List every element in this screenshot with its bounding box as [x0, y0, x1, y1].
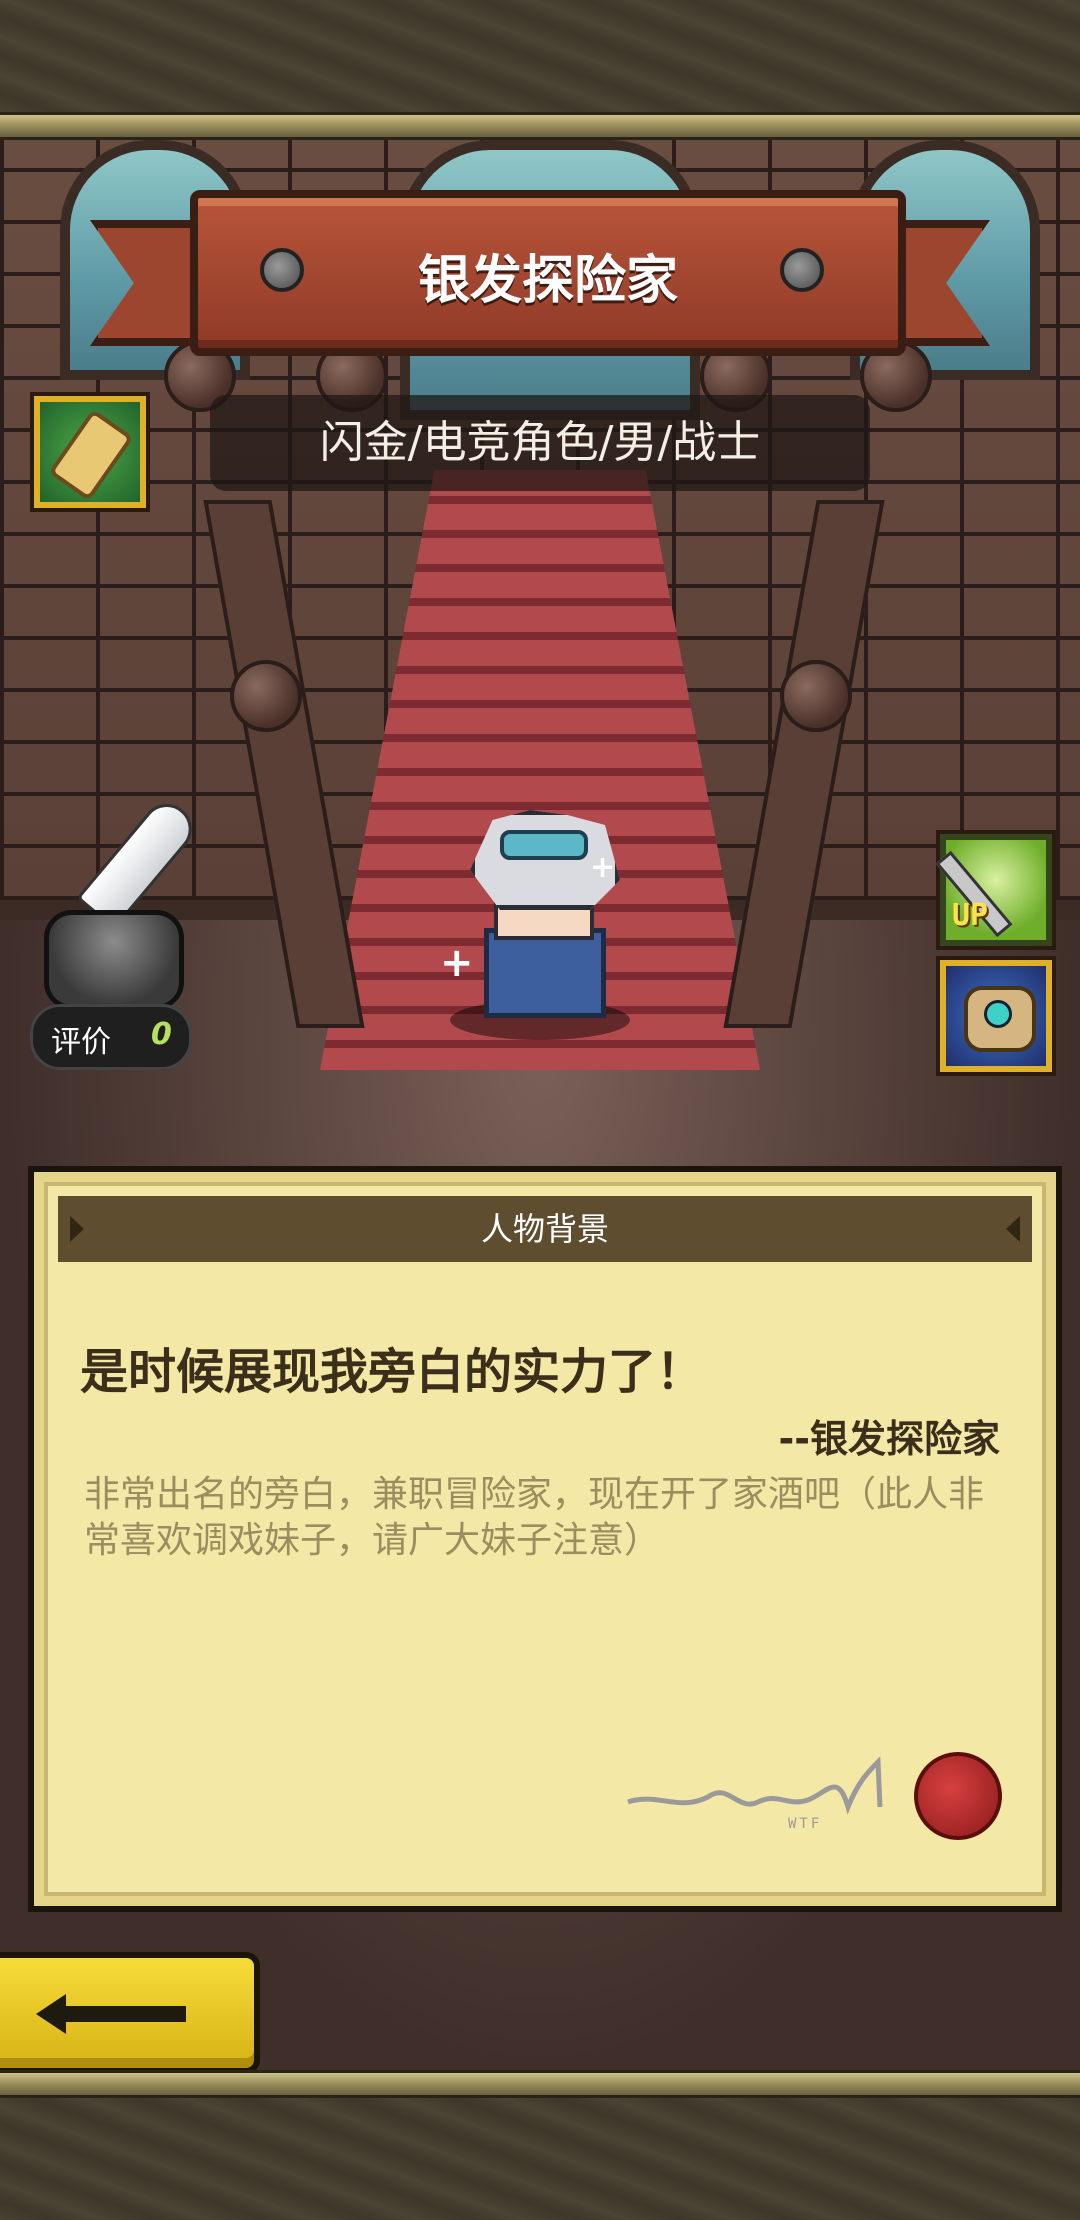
panel-header-title: 人物背景 [480, 1210, 609, 1248]
signature: WTF [618, 1752, 918, 1832]
rating-badge[interactable]: 评价 0 [30, 1004, 192, 1070]
triangle-right-icon [1006, 1216, 1020, 1242]
inkwell-icon [44, 910, 184, 1010]
hero-goggles [500, 830, 588, 860]
character-tags: 闪金/电竞角色/男/战士 [210, 395, 870, 491]
scroll-button[interactable] [34, 396, 146, 508]
character-name: 银发探险家 [417, 251, 678, 311]
character-bio: 非常出名的旁白，兼职冒险家，现在开了家酒吧（此人非常喜欢调戏妹子，请广大妹子注意… [84, 1474, 985, 1561]
signature-scribble: WTF [627, 1756, 883, 1832]
rail-post-ball [780, 660, 852, 732]
title-banner: 银发探险家 [90, 190, 990, 356]
character-background-panel: 人物背景 是时候展现我旁白的实力了！ --银发探险家 非常出名的旁白，兼职冒险家… [28, 1166, 1062, 1912]
back-button[interactable] [0, 1952, 260, 2074]
gauntlet-gem [984, 1000, 1012, 1028]
sword-up-skill-button[interactable]: UP [935, 834, 1052, 946]
rating-label: 评价 [51, 1025, 111, 1060]
bottom-gold-rail [0, 2070, 1080, 2098]
svg-text:WTF: WTF [788, 1816, 822, 1832]
hero-sprite[interactable]: + + [440, 810, 640, 1040]
inkwell-button[interactable] [44, 793, 202, 1010]
wax-seal-icon [914, 1752, 1002, 1840]
top-gold-rail [0, 112, 1080, 140]
gauntlet-skill-button[interactable] [940, 960, 1052, 1072]
rail-post-ball [230, 660, 302, 732]
quote-author: --银发探险家 [778, 1417, 1000, 1461]
rating-value: 0 [151, 1017, 172, 1052]
sparkle-icon: + [440, 940, 474, 986]
character-quote: 是时候展现我旁白的实力了！ [80, 1344, 705, 1400]
bottom-parchment-border [0, 2098, 1080, 2220]
arrow-left-icon [36, 1994, 186, 2034]
panel-header: 人物背景 [58, 1196, 1032, 1262]
up-label: UP [952, 898, 989, 933]
hero-body [484, 928, 606, 1018]
sparkle-icon: + [590, 850, 616, 885]
top-parchment-border [0, 0, 1080, 112]
triangle-left-icon [70, 1216, 84, 1242]
scroll-icon [48, 408, 134, 502]
